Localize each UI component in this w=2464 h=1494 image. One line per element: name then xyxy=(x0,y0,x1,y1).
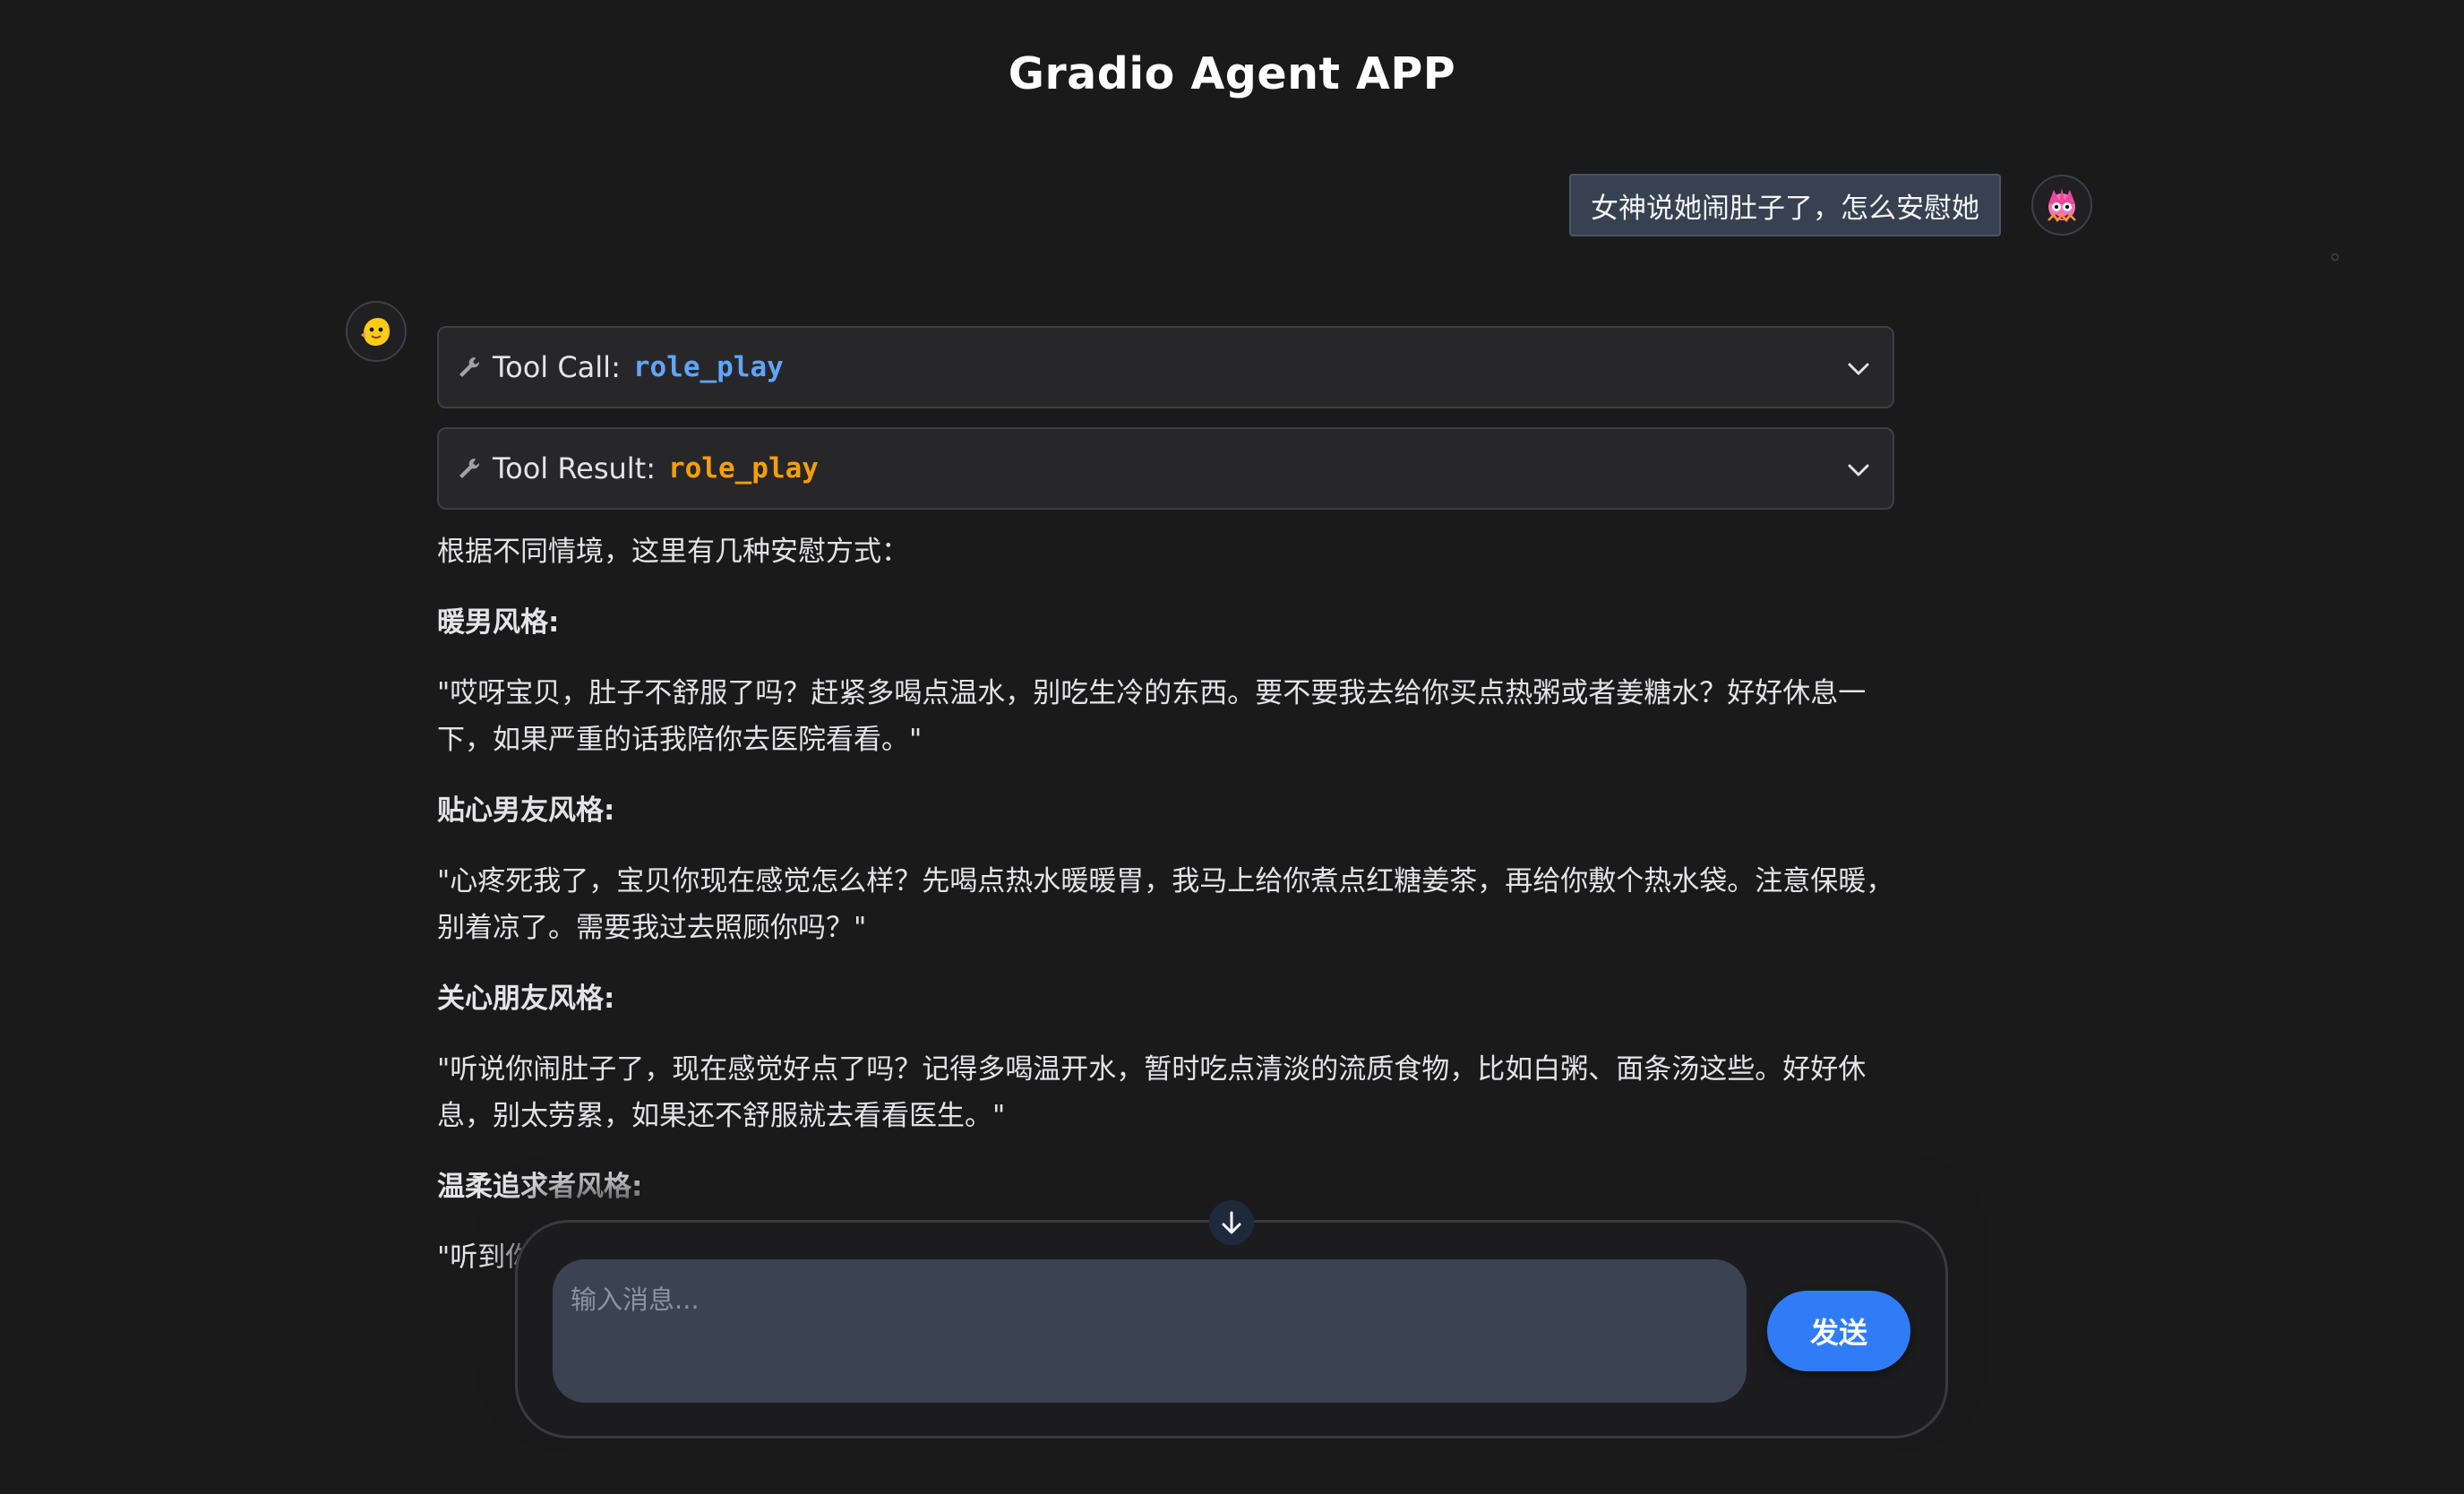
answer-heading: 温柔追求者风格: xyxy=(437,1171,643,1203)
answer-heading: 暖男风格: xyxy=(437,606,560,639)
bot-message: Tool Call: role_play Tool Result: role_p… xyxy=(437,326,1894,1268)
message-input[interactable] xyxy=(553,1259,1747,1403)
bot-avatar-icon xyxy=(361,318,390,346)
scroll-to-bottom-button[interactable] xyxy=(1209,1200,1254,1245)
tool-call-name: role_play xyxy=(632,351,784,383)
chevron-down-icon[interactable] xyxy=(1844,456,1873,485)
tool-result-name: role_play xyxy=(667,452,819,485)
answer-text: 根据不同情境，这里有几种安慰方式： 暖男风格: "哎呀宝贝，肚子不舒服了吗？赶紧多喝… xyxy=(437,528,1894,1268)
arrow-down-icon xyxy=(1222,1211,1241,1234)
bot-avatar xyxy=(346,301,407,362)
user-avatar xyxy=(2031,175,2092,236)
tool-result-label: Tool Result: xyxy=(493,451,656,485)
user-message-row: 女神说她闹肚子了，怎么安慰她 xyxy=(1569,174,2092,236)
page-title: Gradio Agent APP xyxy=(1008,48,1456,99)
user-avatar-icon xyxy=(2048,188,2076,223)
chat-page: Gradio Agent APP 女神说她闹肚子了，怎么安慰她 Tool Cal… xyxy=(0,0,2464,1494)
answer-heading: 关心朋友风格: xyxy=(437,983,615,1015)
answer-paragraph: "听说你闹肚子了，现在感觉好点了吗？记得多喝温开水，暂时吃点清淡的流质食物，比如… xyxy=(437,1053,1867,1132)
send-button[interactable]: 发送 xyxy=(1767,1291,1910,1371)
user-message-bubble: 女神说她闹肚子了，怎么安慰她 xyxy=(1569,174,2001,236)
status-dot xyxy=(2331,253,2339,261)
wrench-icon xyxy=(459,356,480,377)
chevron-down-icon[interactable] xyxy=(1844,355,1873,383)
wrench-icon xyxy=(459,458,480,478)
answer-paragraph: 根据不同情境，这里有几种安慰方式： xyxy=(437,536,909,568)
tool-call-accordion[interactable]: Tool Call: role_play xyxy=(437,326,1894,408)
answer-paragraph: "心疼死我了，宝贝你现在感觉怎么样？先喝点热水暖暖胃，我马上给你煮点红糖姜茶，再… xyxy=(437,865,1894,944)
answer-paragraph: "哎呀宝贝，肚子不舒服了吗？赶紧多喝点温水，别吃生冷的东西。要不要我去给你买点热… xyxy=(437,677,1867,756)
answer-heading: 贴心男友风格: xyxy=(437,794,615,827)
tool-call-label: Tool Call: xyxy=(493,350,621,384)
tool-result-accordion[interactable]: Tool Result: role_play xyxy=(437,427,1894,510)
